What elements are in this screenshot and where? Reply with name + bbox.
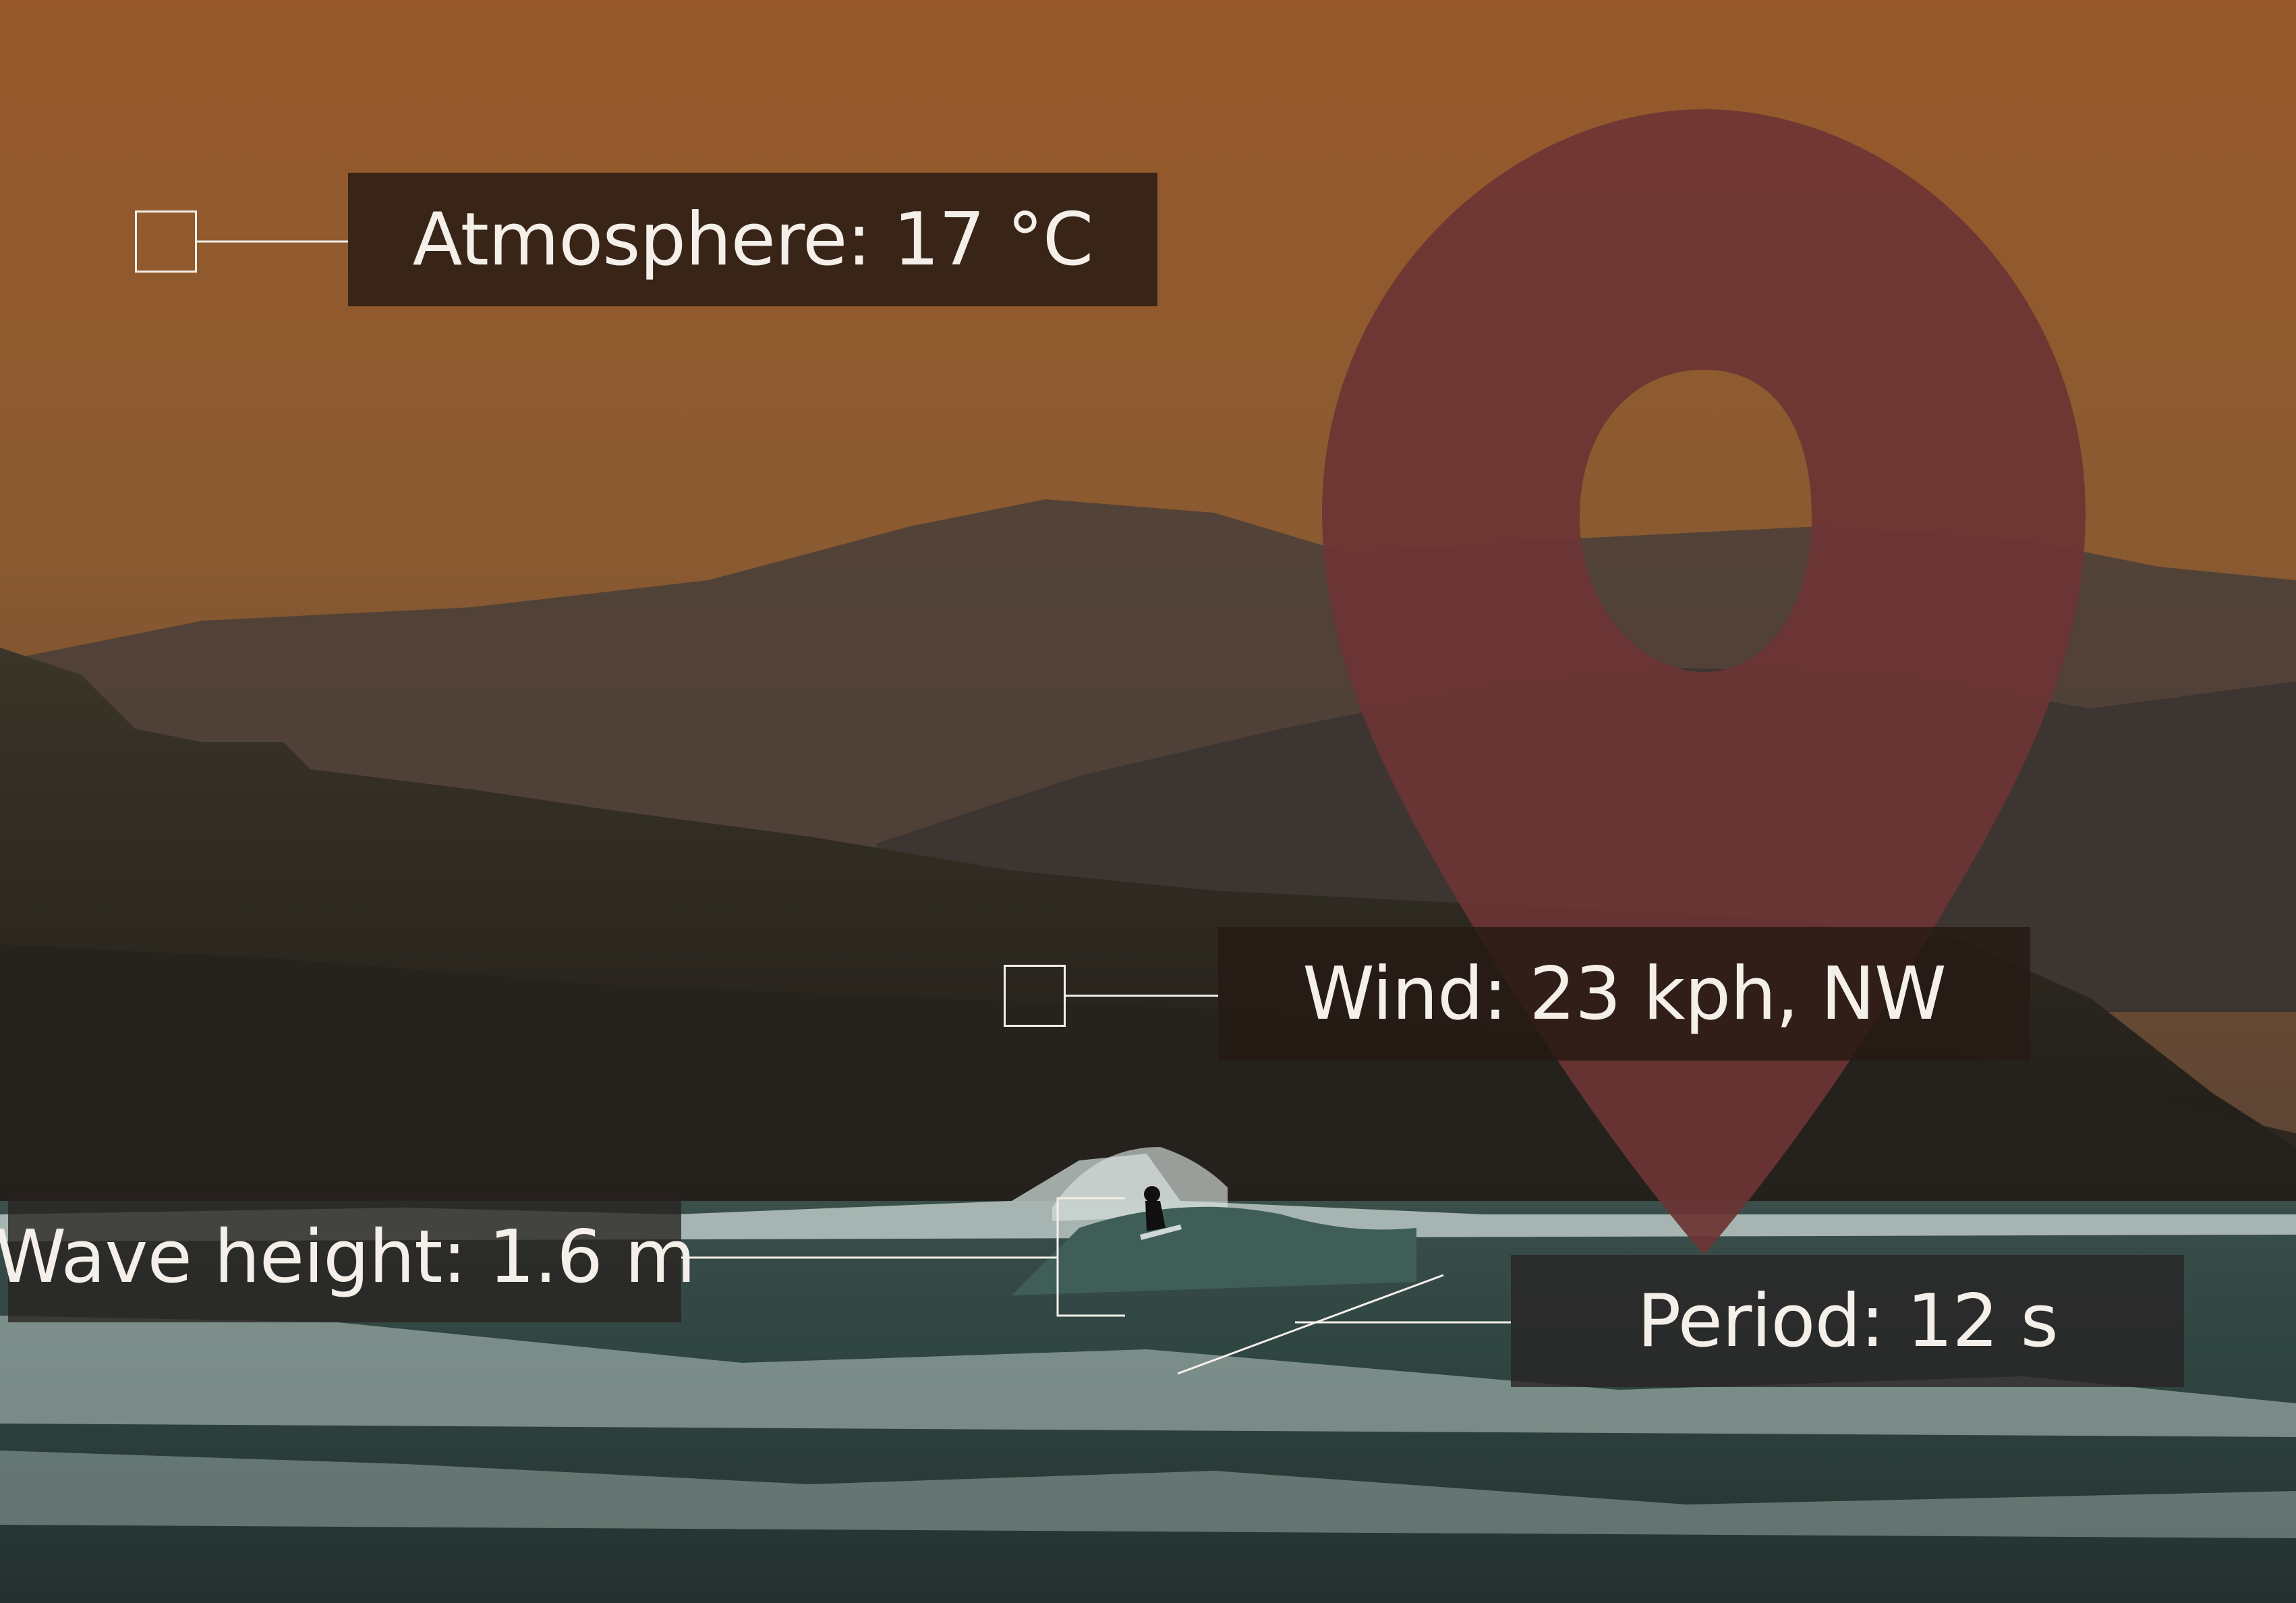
square-marker-icon xyxy=(135,210,197,273)
wave-height-label: Wave height: 1.6 m xyxy=(0,1214,696,1299)
wind-label: Wind: 23 kph, NW xyxy=(1302,951,1947,1036)
wind-callout: Wind: 23 kph, NW xyxy=(1218,927,2030,1061)
period-label: Period: 12 s xyxy=(1637,1278,2059,1363)
square-marker-icon xyxy=(1004,965,1066,1027)
wave-height-callout: Wave height: 1.6 m xyxy=(0,1191,696,1322)
atmosphere-callout: Atmosphere: 17 °C xyxy=(348,173,1157,306)
period-callout: Period: 12 s xyxy=(1511,1255,2184,1387)
atmosphere-label: Atmosphere: 17 °C xyxy=(412,197,1094,282)
